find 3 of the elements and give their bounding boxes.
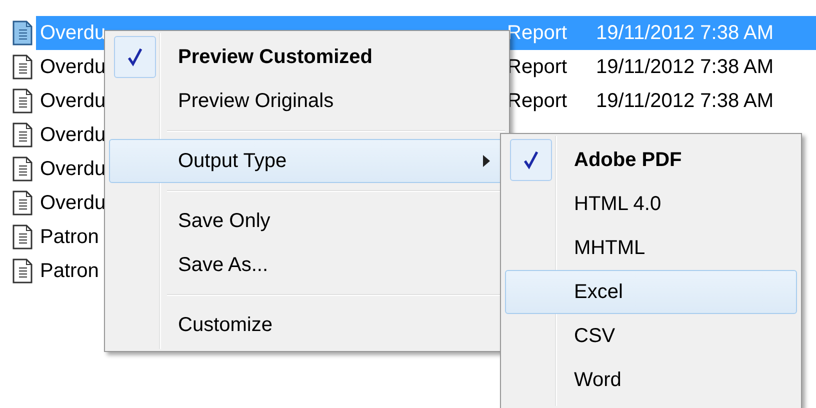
file-date: 19/11/2012 7:38 AM [596, 89, 774, 114]
file-date: 19/11/2012 7:38 AM [596, 55, 774, 80]
file-date: 19/11/2012 7:38 AM [596, 21, 774, 46]
